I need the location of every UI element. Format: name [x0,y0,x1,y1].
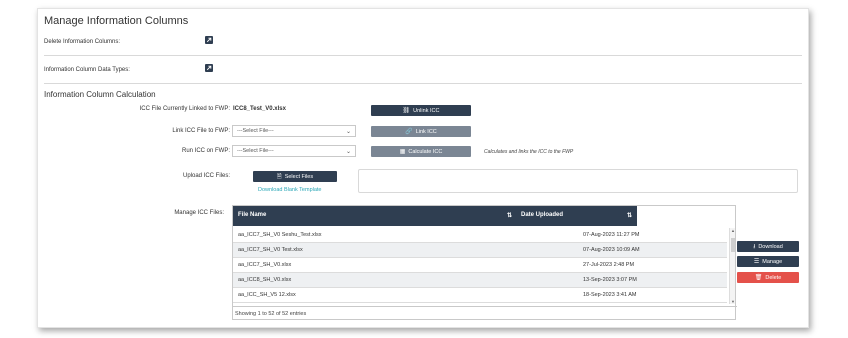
download-icon: ⭳ [753,243,756,250]
delete-columns-open-button[interactable] [205,36,213,44]
link-file-select[interactable]: ---Select File--- ⌄ [232,125,356,137]
unlink-icc-button[interactable]: ⛓ Unlink ICC [371,105,471,116]
divider [44,55,802,56]
sort-icon[interactable]: ⇅ [507,212,512,219]
table-row[interactable]: aa_ICC7_SH_V0 Test.xlsx 07-Aug-2023 10:0… [233,243,727,258]
delete-columns-label: Delete Information Columns: [44,39,121,45]
download-template-link[interactable]: Download Blank Template [258,187,322,193]
datatypes-label: Information Column Data Types: [44,67,130,73]
table-header: File Name ⇅ Date Uploaded ⇅ [233,206,637,226]
link-icc-button[interactable]: 🔗 Link ICC [371,126,471,137]
scroll-up-icon[interactable]: ▲ [730,228,736,233]
table-row[interactable]: aa_ICC8_SH_V0.xlsx 13-Sep-2023 3:07 PM [233,273,727,288]
list-icon: ☰ [753,259,760,265]
linked-file-label: ICC File Currently Linked to FWP: [139,106,230,112]
table-row[interactable]: aa_ICC7_SH_V0.xlsx 27-Jul-2023 2:48 PM [233,258,727,273]
column-header-file-name[interactable]: File Name [238,212,266,218]
calc-section-title: Information Column Calculation [44,90,156,99]
upload-label: Upload ICC Files: [182,173,230,179]
table-row[interactable]: aa_ICC_SH_V5 12.xlsx 18-Sep-2023 3:41 AM [233,288,727,303]
link-file-label: Link ICC File to FWP: [172,128,230,134]
run-icc-select[interactable]: ---Select File--- ⌄ [232,145,356,157]
calculate-icc-button[interactable]: ▦ Calculate ICC [371,146,471,157]
download-button[interactable]: ⭳ Download [737,241,799,252]
chevron-down-icon: ⌄ [345,149,351,155]
page-title: Manage Information Columns [44,15,189,27]
linked-file-value: ICC8_Test_V0.xlsx [233,106,286,112]
table-scrollbar[interactable]: ▲ ▼ [729,228,735,304]
table-row[interactable]: aa_ICC7_SH_V0 Seshu_Test.xlsx 07-Aug-202… [233,228,727,243]
scrollbar-thumb[interactable] [731,238,735,252]
icc-files-table: File Name ⇅ Date Uploaded ⇅ aa_ICC7_SH_V… [232,205,737,320]
divider [44,83,802,84]
external-link-icon [206,65,212,71]
manage-info-columns-panel: Manage Information Columns Delete Inform… [37,8,809,328]
datatypes-open-button[interactable] [205,64,213,72]
run-icc-label: Run ICC on FWP: [181,148,230,154]
trash-icon: 🗑 [754,275,763,281]
external-link-icon [206,37,212,43]
link-icon: 🔗 [405,129,413,135]
column-header-date-uploaded[interactable]: Date Uploaded [521,212,563,218]
sort-icon[interactable]: ⇅ [627,212,632,219]
file-icon: 🗎 [276,173,282,180]
select-files-button[interactable]: 🗎 Select Files [253,171,337,182]
calculator-icon: ▦ [399,149,406,155]
scroll-down-icon[interactable]: ▼ [730,299,736,304]
delete-button[interactable]: 🗑 Delete [737,272,799,283]
calculate-note: Calculates and links the ICC to the FWP [484,149,574,155]
chevron-down-icon: ⌄ [345,129,351,135]
manage-button[interactable]: ☰ Manage [737,256,799,267]
manage-files-label: Manage ICC Files: [174,210,224,216]
table-footer-info: Showing 1 to 52 of 52 entries [233,306,737,320]
unlink-icon: ⛓ [402,108,411,114]
upload-dropzone[interactable] [358,169,798,193]
